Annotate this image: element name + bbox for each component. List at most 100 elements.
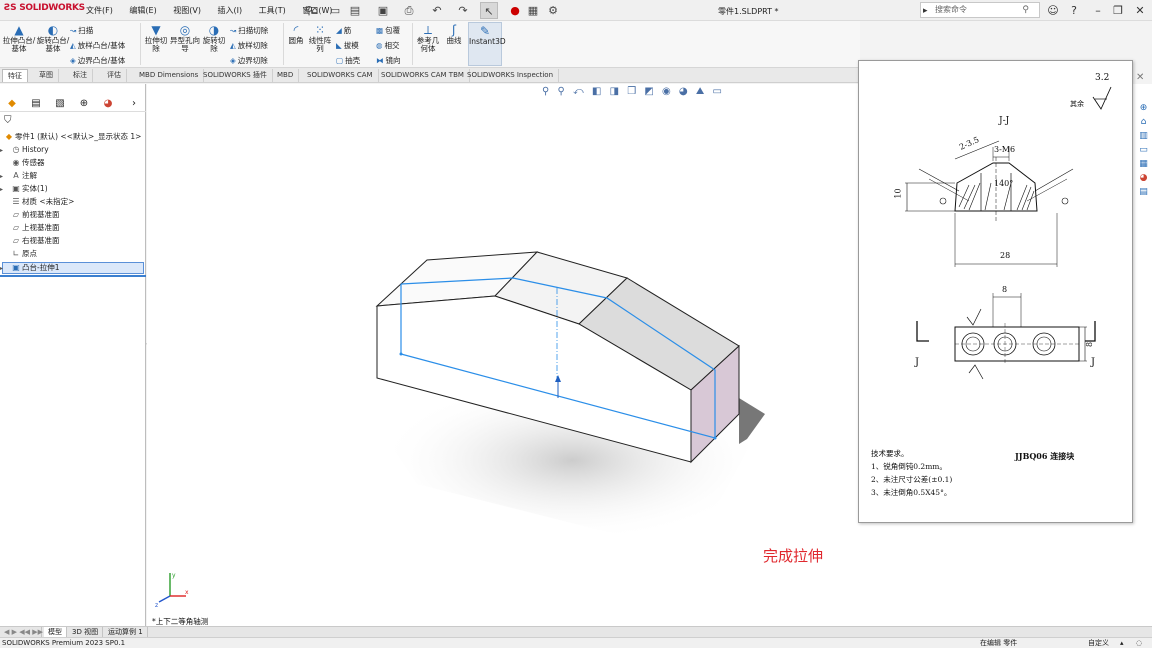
home-icon[interactable]: ⌂ (1137, 116, 1150, 128)
search-commands-input[interactable]: ▸ 搜索命令 ⚲ (920, 2, 1040, 18)
new-document-icon[interactable]: ▭ (326, 2, 344, 19)
solidworks-resources-icon[interactable]: ⊕ (1137, 102, 1150, 114)
swept-cut-icon: ↝ (230, 26, 237, 35)
home-icon[interactable]: ⌂ (306, 2, 324, 19)
close-drawing-icon[interactable]: ✕ (1136, 72, 1144, 83)
tab-solidworks-cam-tbm[interactable]: SOLIDWORKS CAM TBM (376, 69, 470, 82)
intersect-button[interactable]: ◍ 相交 (376, 40, 400, 51)
help-icon[interactable]: ? (1066, 3, 1082, 18)
sweep-icon: ↝ (70, 26, 77, 35)
extrude-cut-button[interactable]: ▼ 拉伸切除 (142, 24, 170, 53)
mirror-button[interactable]: ⧓ 镜向 (376, 55, 401, 66)
rebuild-status-icon[interactable]: ◌ (1136, 638, 1142, 648)
tab-evaluate[interactable]: 评估 (102, 69, 127, 82)
tree-item-history[interactable]: ▸ ◷ History (0, 143, 49, 156)
extrude-boss-button[interactable]: ▲ 拉伸凸台/基体 (2, 24, 36, 53)
rebuild-icon[interactable]: ● (506, 2, 524, 19)
restore-button[interactable]: ❐ (1110, 3, 1126, 18)
tech-requirements-title: 技术要求。 (871, 449, 909, 458)
design-library-icon[interactable]: ▥ (1137, 130, 1150, 142)
boundary-boss-icon: ◈ (70, 56, 76, 65)
tab-navigation-arrows[interactable]: ◀ ▶ ◀◀ ▶▶ (0, 627, 43, 637)
configuration-manager-icon[interactable]: ▧ (50, 97, 70, 111)
custom-properties-icon[interactable]: ▤ (1137, 186, 1150, 198)
tab-markup[interactable]: 标注 (68, 69, 93, 82)
save-icon[interactable]: ▣ (374, 2, 392, 19)
tab-solidworks-addins[interactable]: SOLIDWORKS 插件 (198, 69, 273, 82)
file-properties-icon[interactable]: ▦ (524, 2, 542, 19)
solidworks-logo[interactable]: ƧS SOLIDWORKS (4, 3, 85, 13)
linear-pattern-button[interactable]: ⁙ 线性阵列 (307, 24, 333, 53)
open-document-icon[interactable]: ▤ (346, 2, 364, 19)
command-prompt-icon: ▸ (923, 6, 928, 16)
appearances-icon[interactable]: ◕ (1137, 172, 1150, 184)
undo-icon[interactable]: ↶ (428, 2, 446, 19)
feature-manager-icon[interactable]: ◆ (2, 97, 22, 111)
tab-mbd[interactable]: MBD (272, 69, 300, 82)
menu-edit[interactable]: 编辑(E) (129, 6, 156, 15)
shell-icon: ▢ (336, 56, 344, 65)
menu-file[interactable]: 文件(F) (86, 6, 113, 15)
boundary-boss-button[interactable]: ◈ 边界凸台/基体 (70, 55, 125, 66)
property-manager-icon[interactable]: ▤ (26, 97, 46, 111)
tree-item-right-plane[interactable]: ▱ 右视基准面 (0, 234, 60, 247)
dimxpert-manager-icon[interactable]: ⊕ (74, 97, 94, 111)
lofted-cut-button[interactable]: ◭ 放样切除 (230, 40, 268, 51)
hole-wizard-button[interactable]: ◎ 异型孔向导 (170, 24, 200, 53)
view-palette-icon[interactable]: ▦ (1137, 158, 1150, 170)
tab-sketch[interactable]: 草图 (34, 69, 59, 82)
swept-cut-button[interactable]: ↝ 扫描切除 (230, 25, 268, 36)
options-gear-icon[interactable]: ⚙ (544, 2, 562, 19)
fillet-button[interactable]: ◜ 圆角 (285, 24, 307, 45)
redo-icon[interactable]: ↷ (454, 2, 472, 19)
tab-3d-views[interactable]: 3D 视图 (68, 627, 104, 637)
close-button[interactable]: ✕ (1132, 3, 1148, 18)
revolve-boss-button[interactable]: ◐ 旋转凸台/基体 (36, 24, 70, 53)
reference-geometry-button[interactable]: ⟂ 参考几何体 (414, 24, 442, 53)
3d-model-view[interactable] (147, 84, 859, 626)
tab-motion-study-1[interactable]: 运动算例 1 (104, 627, 148, 637)
draft-button[interactable]: ◣ 拔模 (336, 40, 359, 51)
tree-item-sensors[interactable]: ◉ 传感器 (0, 156, 45, 169)
menu-tools[interactable]: 工具(T) (259, 6, 286, 15)
wrap-button[interactable]: ▩ 包覆 (376, 25, 400, 36)
svg-text:z: z (155, 602, 158, 608)
unit-dropdown-icon[interactable]: ▴ (1120, 638, 1124, 648)
rib-button[interactable]: ◢ 筋 (336, 25, 351, 36)
unit-system[interactable]: 自定义 (1088, 638, 1109, 648)
section-marker-right: J (1091, 357, 1096, 368)
curves-button[interactable]: ʃ 曲线 (442, 24, 466, 45)
tab-solidworks-inspection[interactable]: SOLIDWORKS Inspection (462, 69, 560, 82)
instant3d-button[interactable]: ✎ Instant3D (468, 22, 506, 66)
sweep-button[interactable]: ↝ 扫描 (70, 25, 93, 36)
select-pointer-icon[interactable]: ↖ (480, 2, 498, 19)
revolve-cut-button[interactable]: ◑ 旋转切除 (200, 24, 228, 53)
menu-view[interactable]: 视图(V) (173, 6, 201, 15)
rollback-bar[interactable] (0, 275, 146, 277)
file-explorer-icon[interactable]: ▭ (1137, 144, 1150, 156)
tree-item-solid-bodies[interactable]: ▸ ▣ 实体(1) (0, 182, 48, 195)
boundary-cut-button[interactable]: ◈ 边界切除 (230, 55, 268, 66)
tab-solidworks-cam[interactable]: SOLIDWORKS CAM (302, 69, 379, 82)
tree-item-annotations[interactable]: ▸ A 注解 (0, 169, 37, 182)
tree-item-boss-extrude1[interactable]: ▸ ▣ 凸台-拉伸1 (0, 261, 59, 274)
minimize-button[interactable]: – (1090, 3, 1106, 18)
tree-item-material[interactable]: ☰ 材质 <未指定> (0, 195, 74, 208)
search-icon[interactable]: ⚲ (1022, 3, 1029, 17)
tab-model[interactable]: 模型 (44, 627, 67, 637)
tree-item-top-plane[interactable]: ▱ 上视基准面 (0, 221, 60, 234)
tree-root[interactable]: ◆ 零件1 (默认) <<默认>_显示状态 1> (3, 130, 142, 143)
shell-button[interactable]: ▢ 抽壳 (336, 55, 360, 66)
tree-item-front-plane[interactable]: ▱ 前视基准面 (0, 208, 60, 221)
tree-item-origin[interactable]: ∟ 原点 (0, 247, 37, 260)
tab-mbd-dimensions[interactable]: MBD Dimensions (134, 69, 205, 82)
filter-icon[interactable]: ⛉ (4, 115, 12, 126)
loft-button[interactable]: ◭ 放样凸台/基体 (70, 40, 125, 51)
panel-overflow-icon[interactable]: › (124, 97, 144, 111)
tab-features[interactable]: 特征 (2, 69, 28, 82)
user-account-icon[interactable]: ☺ (1045, 3, 1061, 18)
menu-insert[interactable]: 插入(I) (218, 6, 243, 15)
display-manager-icon[interactable]: ◕ (98, 97, 118, 111)
reference-drawing-panel: 其余 3.2 J-J 2-3.5 3-M6 140° 10 28 8 8 J J… (858, 60, 1133, 523)
print-icon[interactable]: ⎙ (400, 2, 418, 19)
